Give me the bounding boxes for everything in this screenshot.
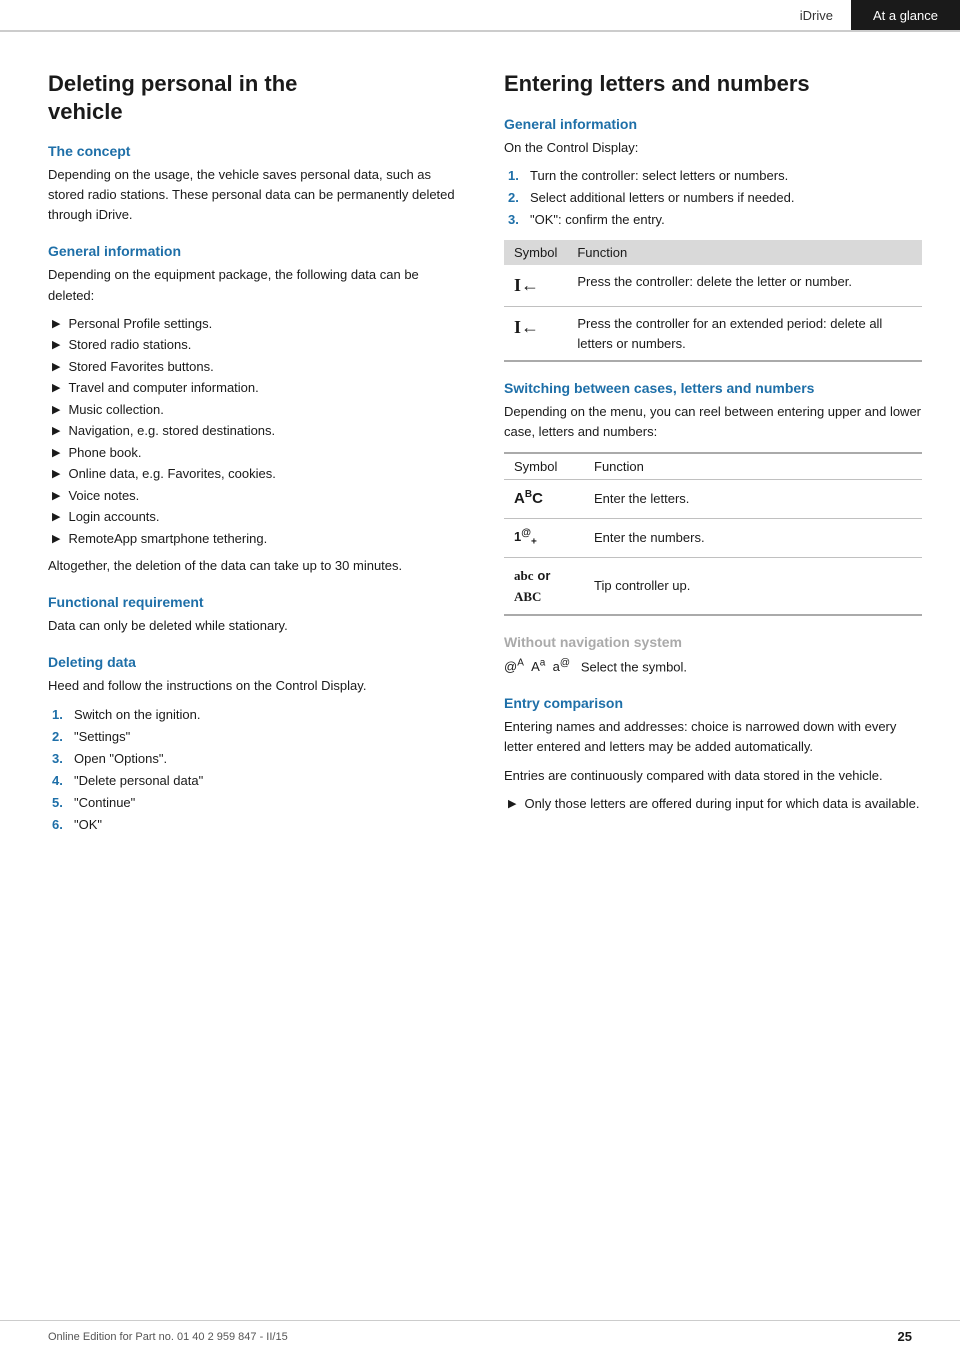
- footer-online-text: Online Edition for Part no. 01 40 2 959 …: [48, 1331, 288, 1343]
- bullet-arrow-icon: ▶: [52, 337, 60, 354]
- entry-bullet-item: ▶ Only those letters are offered during …: [508, 794, 922, 814]
- switching-text: Depending on the menu, you can reel betw…: [504, 402, 922, 442]
- table-row: 1@+ Enter the numbers.: [504, 518, 922, 557]
- switching-heading: Switching between cases, letters and num…: [504, 380, 922, 396]
- altogether-text: Altogether, the deletion of the data can…: [48, 556, 468, 576]
- table-row: I← Press the controller: delete the lett…: [504, 265, 922, 307]
- bullet-arrow-icon: ▶: [52, 359, 60, 376]
- list-item: 2.Select additional letters or numbers i…: [508, 188, 922, 208]
- page-number: 25: [898, 1329, 912, 1344]
- switch-function-cell: Enter the numbers.: [584, 518, 922, 557]
- bullet-arrow-icon: ▶: [52, 466, 60, 483]
- right-steps-list: 1.Turn the controller: select letters or…: [508, 166, 922, 230]
- bullet-arrow-icon: ▶: [52, 531, 60, 548]
- switch-table: Symbol Function ABC Enter the letters. 1…: [504, 452, 922, 615]
- bullet-item: ▶Navigation, e.g. stored destinations.: [52, 421, 468, 441]
- table-row: ABC Enter the letters.: [504, 480, 922, 519]
- bullet-item: ▶Travel and computer information.: [52, 378, 468, 398]
- list-item: 3.Open "Options".: [52, 749, 468, 769]
- functional-req-text: Data can only be deleted while stationar…: [48, 616, 468, 636]
- bullet-item: ▶Login accounts.: [52, 507, 468, 527]
- main-content: Deleting personal in the vehicle The con…: [0, 32, 960, 883]
- entry-comparison-text2: Entries are continuously compared with d…: [504, 766, 922, 786]
- list-item: 6."OK": [52, 815, 468, 835]
- bullet-arrow-icon: ▶: [52, 509, 60, 526]
- bullet-list: ▶Personal Profile settings.▶Stored radio…: [52, 314, 468, 549]
- list-item: 5."Continue": [52, 793, 468, 813]
- list-item: 1.Turn the controller: select letters or…: [508, 166, 922, 186]
- list-item: 4."Delete personal data": [52, 771, 468, 791]
- bullet-item: ▶Voice notes.: [52, 486, 468, 506]
- without-nav-heading: Without navigation system: [504, 634, 922, 650]
- bullet-item: ▶Music collection.: [52, 400, 468, 420]
- concept-heading: The concept: [48, 143, 468, 159]
- switch-symbol-cell: abc or ABC: [504, 557, 584, 615]
- header-ataglance-label: At a glance: [851, 0, 960, 30]
- bullet-item: ▶RemoteApp smartphone tethering.: [52, 529, 468, 549]
- switch-function-cell: Tip controller up.: [584, 557, 922, 615]
- entry-comparison-heading: Entry comparison: [504, 695, 922, 711]
- symbol-table: Symbol Function I← Press the controller:…: [504, 240, 922, 362]
- function-cell: Press the controller for an extended per…: [567, 307, 922, 362]
- list-item: 3."OK": confirm the entry.: [508, 210, 922, 230]
- list-item: 2."Settings": [52, 727, 468, 747]
- concept-text: Depending on the usage, the vehicle save…: [48, 165, 468, 225]
- bullet-item: ▶Stored Favorites buttons.: [52, 357, 468, 377]
- header-idrive-label: iDrive: [782, 0, 851, 30]
- bullet-arrow-icon: ▶: [52, 316, 60, 333]
- bullet-arrow-icon: ▶: [52, 445, 60, 462]
- deleting-data-text: Heed and follow the instructions on the …: [48, 676, 468, 696]
- right-section-title: Entering letters and numbers: [504, 70, 922, 98]
- footer: Online Edition for Part no. 01 40 2 959 …: [0, 1320, 960, 1344]
- right-column: Entering letters and numbers General inf…: [504, 70, 922, 843]
- left-general-info-heading: General information: [48, 243, 468, 259]
- bullet-arrow-icon: ▶: [52, 402, 60, 419]
- deleting-data-heading: Deleting data: [48, 654, 468, 670]
- left-column: Deleting personal in the vehicle The con…: [48, 70, 468, 843]
- bullet-item: ▶Online data, e.g. Favorites, cookies.: [52, 464, 468, 484]
- bullet-item: ▶Phone book.: [52, 443, 468, 463]
- bullet-arrow-icon: ▶: [52, 380, 60, 397]
- symbol-cell: I←: [504, 265, 567, 307]
- list-item: 1.Switch on the ignition.: [52, 705, 468, 725]
- bullet-arrow-icon: ▶: [52, 488, 60, 505]
- entry-comparison-text1: Entering names and addresses: choice is …: [504, 717, 922, 757]
- switch-symbol-col: Symbol: [504, 453, 584, 480]
- bullet-arrow-icon: ▶: [52, 423, 60, 440]
- switch-function-col: Function: [584, 453, 922, 480]
- function-col-header: Function: [567, 240, 922, 265]
- symbol-col-header: Symbol: [504, 240, 567, 265]
- left-general-info-text: Depending on the equipment package, the …: [48, 265, 468, 305]
- switch-symbol-cell: ABC: [504, 480, 584, 519]
- table-row: I← Press the controller for an extended …: [504, 307, 922, 362]
- table-row: abc or ABC Tip controller up.: [504, 557, 922, 615]
- right-bullet-list: ▶ Only those letters are offered during …: [508, 794, 922, 814]
- entry-bullet-text: Only those letters are offered during in…: [524, 794, 919, 814]
- switch-symbol-cell: 1@+: [504, 518, 584, 557]
- bullet-item: ▶Stored radio stations.: [52, 335, 468, 355]
- function-cell: Press the controller: delete the letter …: [567, 265, 922, 307]
- without-nav-content: @A Aa a@ Select the symbol.: [504, 656, 922, 677]
- left-section-title: Deleting personal in the vehicle: [48, 70, 468, 125]
- functional-req-heading: Functional requirement: [48, 594, 468, 610]
- right-general-info-heading: General information: [504, 116, 922, 132]
- control-display-text: On the Control Display:: [504, 138, 922, 158]
- header-bar: iDrive At a glance: [0, 0, 960, 32]
- bullet-item: ▶Personal Profile settings.: [52, 314, 468, 334]
- switch-function-cell: Enter the letters.: [584, 480, 922, 519]
- symbol-cell: I←: [504, 307, 567, 362]
- left-steps-list: 1.Switch on the ignition.2."Settings"3.O…: [52, 705, 468, 836]
- bullet-arrow-icon: ▶: [508, 796, 516, 813]
